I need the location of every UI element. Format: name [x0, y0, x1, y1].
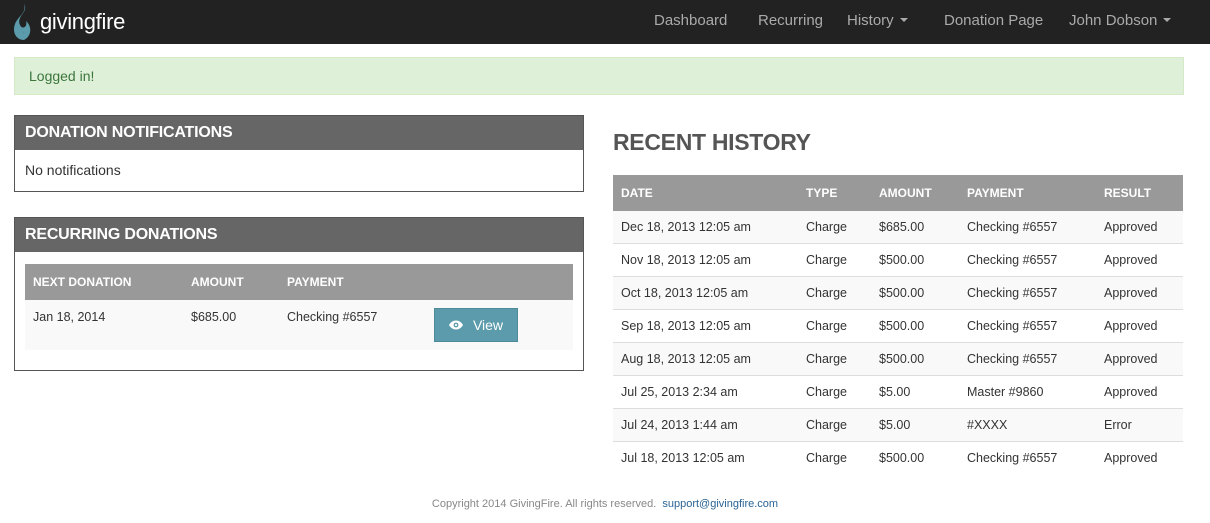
success-alert: Logged in!	[14, 57, 1184, 95]
type-cell: Charge	[806, 286, 847, 300]
nav-user-dropdown[interactable]: John Dobson	[1069, 0, 1172, 44]
amount-cell: $5.00	[879, 418, 911, 432]
column-header: PAYMENT	[967, 186, 1024, 200]
column-header: TYPE	[806, 186, 838, 200]
payment-cell: Checking #6557	[967, 286, 1058, 300]
amount-cell: $500.00	[879, 451, 925, 465]
column-header: DATE	[621, 186, 653, 200]
chevron-down-icon	[899, 18, 908, 23]
payment-cell: Checking #6557	[967, 451, 1058, 465]
next-donation-cell: Jan 18, 2014	[33, 310, 106, 324]
recurring-panel: RECURRING DONATIONS NEXT DONATION AMOUNT…	[14, 217, 584, 371]
result-cell: Approved	[1104, 451, 1158, 465]
result-cell: Approved	[1104, 385, 1158, 399]
result-cell: Error	[1104, 418, 1132, 432]
result-cell: Approved	[1104, 253, 1158, 267]
column-header: RESULT	[1104, 186, 1152, 200]
eye-icon	[448, 320, 463, 330]
nav-history-label: History	[847, 12, 894, 29]
date-cell: Jul 18, 2013 12:05 am	[621, 451, 745, 465]
table-row: Nov 18, 2013 12:05 am Charge $500.00 Che…	[613, 244, 1183, 277]
result-cell: Approved	[1104, 220, 1158, 234]
recurring-table: NEXT DONATION AMOUNT PAYMENT Jan 18, 201…	[25, 264, 573, 350]
date-cell: Sep 18, 2013 12:05 am	[621, 319, 751, 333]
flame-icon	[14, 4, 31, 40]
view-button[interactable]: View	[434, 308, 518, 342]
result-cell: Approved	[1104, 319, 1158, 333]
result-cell: Approved	[1104, 286, 1158, 300]
payment-cell: Checking #6557	[967, 253, 1058, 267]
nav-dashboard[interactable]: Dashboard	[654, 0, 727, 44]
table-row: Aug 18, 2013 12:05 am Charge $500.00 Che…	[613, 343, 1183, 376]
amount-cell: $685.00	[879, 220, 925, 234]
date-cell: Nov 18, 2013 12:05 am	[621, 253, 751, 267]
amount-cell: $500.00	[879, 352, 925, 366]
footer: Copyright 2014 GivingFire. All rights re…	[0, 498, 1210, 510]
nav-donation-page[interactable]: Donation Page	[944, 0, 1043, 44]
column-header: NEXT DONATION	[33, 275, 132, 289]
notifications-empty-text: No notifications	[25, 162, 121, 178]
payment-cell: Checking #6557	[967, 352, 1058, 366]
date-cell: Oct 18, 2013 12:05 am	[621, 286, 749, 300]
history-table: DATE TYPE AMOUNT PAYMENT RESULT Dec 18, …	[613, 175, 1183, 475]
date-cell: Jul 25, 2013 2:34 am	[621, 385, 738, 399]
recurring-panel-title: RECURRING DONATIONS	[15, 218, 583, 252]
view-button-label: View	[472, 317, 504, 333]
nav-history-dropdown[interactable]: History	[847, 0, 908, 44]
recent-history-title: RECENT HISTORY	[613, 129, 811, 155]
notifications-panel-title: DONATION NOTIFICATIONS	[15, 116, 583, 150]
amount-cell: $685.00	[191, 310, 237, 324]
chevron-down-icon	[1163, 18, 1172, 23]
type-cell: Charge	[806, 385, 847, 399]
result-cell: Approved	[1104, 352, 1158, 366]
table-row: Jul 25, 2013 2:34 am Charge $5.00 Master…	[613, 376, 1183, 409]
nav-recurring[interactable]: Recurring	[758, 0, 823, 44]
date-cell: Aug 18, 2013 12:05 am	[621, 352, 751, 366]
date-cell: Dec 18, 2013 12:05 am	[621, 220, 751, 234]
type-cell: Charge	[806, 352, 847, 366]
history-table-body: Dec 18, 2013 12:05 am Charge $685.00 Che…	[613, 211, 1183, 475]
payment-cell: Master #9860	[967, 385, 1044, 399]
brand-logo[interactable]: givingfire	[12, 3, 125, 41]
type-cell: Charge	[806, 220, 847, 234]
table-row: Jul 24, 2013 1:44 am Charge $5.00 #XXXX …	[613, 409, 1183, 442]
table-row: Sep 18, 2013 12:05 am Charge $500.00 Che…	[613, 310, 1183, 343]
table-row: Jan 18, 2014 $685.00 Checking #6557 View	[25, 300, 573, 350]
column-header: AMOUNT	[879, 186, 932, 200]
nav-user-label: John Dobson	[1069, 12, 1158, 29]
table-row: Jul 18, 2013 12:05 am Charge $500.00 Che…	[613, 442, 1183, 475]
brand-name: givingfire	[40, 9, 126, 34]
payment-cell: Checking #6557	[967, 220, 1058, 234]
recurring-table-header: NEXT DONATION AMOUNT PAYMENT	[25, 264, 573, 300]
amount-cell: $500.00	[879, 253, 925, 267]
amount-cell: $5.00	[879, 385, 911, 399]
table-row: Dec 18, 2013 12:05 am Charge $685.00 Che…	[613, 211, 1183, 244]
support-email-link[interactable]: support@givingfire.com	[662, 498, 778, 510]
type-cell: Charge	[806, 451, 847, 465]
amount-cell: $500.00	[879, 319, 925, 333]
type-cell: Charge	[806, 319, 847, 333]
history-table-header: DATE TYPE AMOUNT PAYMENT RESULT	[613, 175, 1183, 211]
column-header: PAYMENT	[287, 275, 344, 289]
type-cell: Charge	[806, 418, 847, 432]
amount-cell: $500.00	[879, 286, 925, 300]
top-navbar: givingfire Dashboard Recurring History D…	[0, 0, 1210, 44]
payment-cell: Checking #6557	[287, 310, 378, 324]
column-header: AMOUNT	[191, 275, 244, 289]
notifications-panel: DONATION NOTIFICATIONS No notifications	[14, 115, 584, 192]
table-row: Oct 18, 2013 12:05 am Charge $500.00 Che…	[613, 277, 1183, 310]
payment-cell: #XXXX	[967, 418, 1008, 432]
footer-copyright: Copyright 2014 GivingFire. All rights re…	[431, 498, 657, 510]
payment-cell: Checking #6557	[967, 319, 1058, 333]
type-cell: Charge	[806, 253, 847, 267]
date-cell: Jul 24, 2013 1:44 am	[621, 418, 738, 432]
